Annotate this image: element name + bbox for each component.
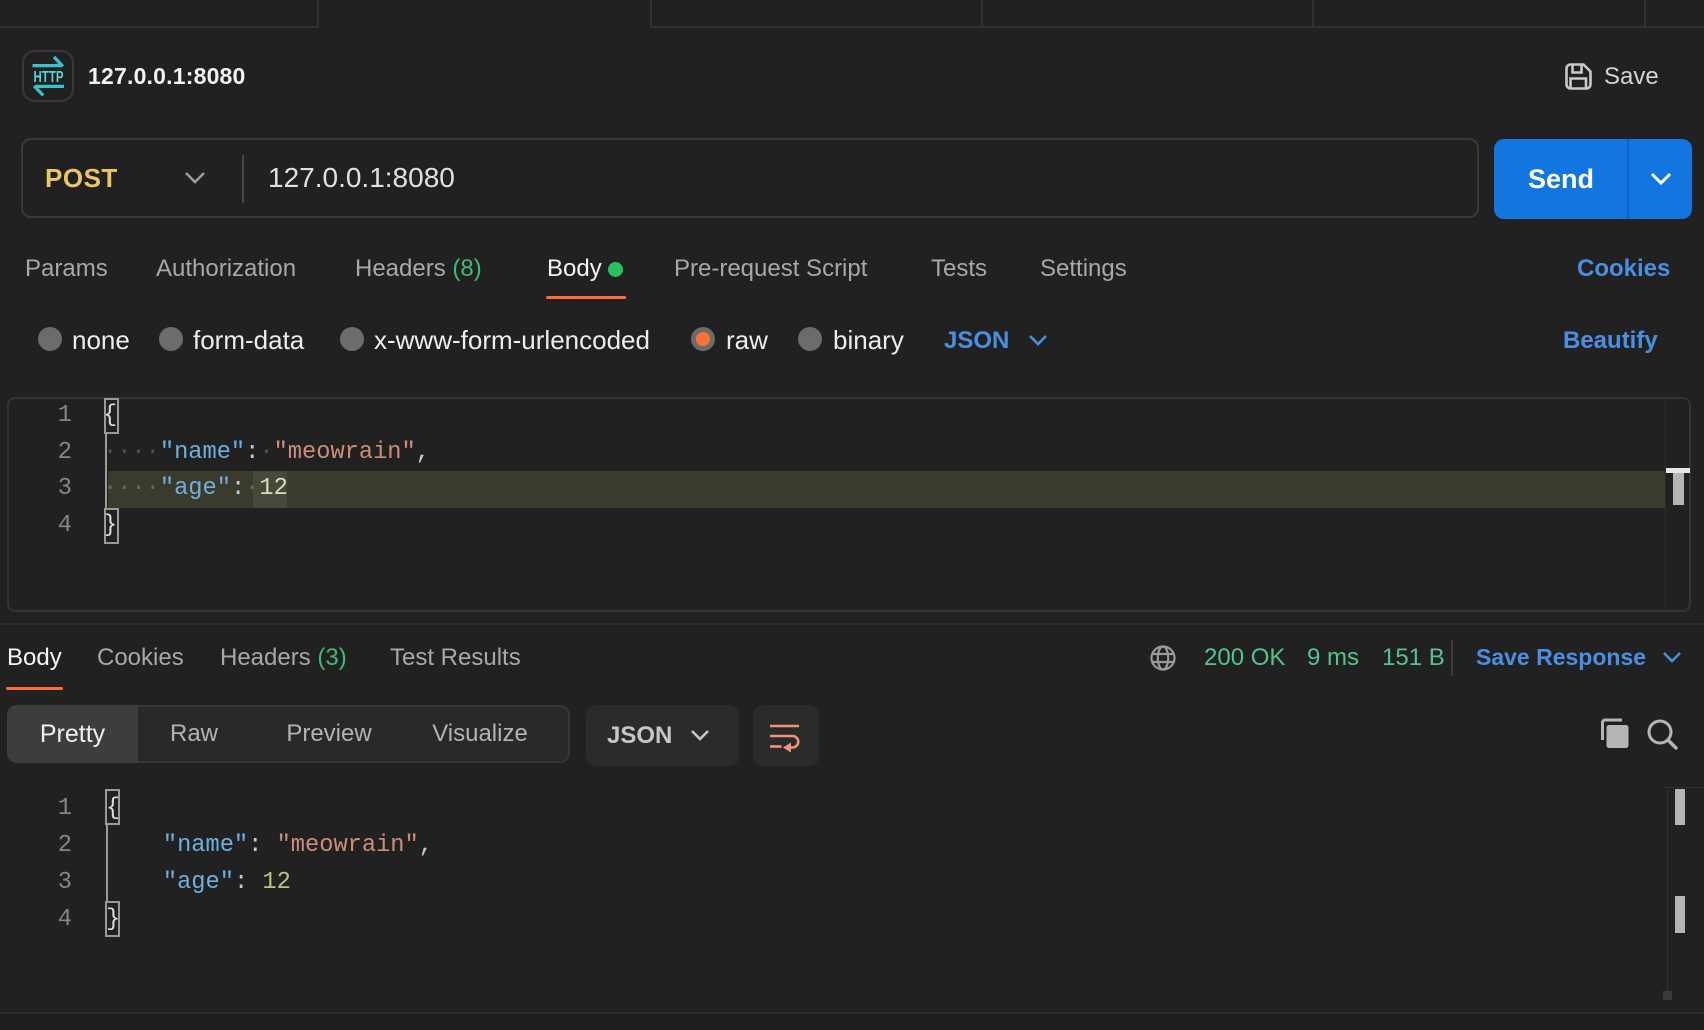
svg-text:HTTP: HTTP bbox=[34, 69, 64, 86]
